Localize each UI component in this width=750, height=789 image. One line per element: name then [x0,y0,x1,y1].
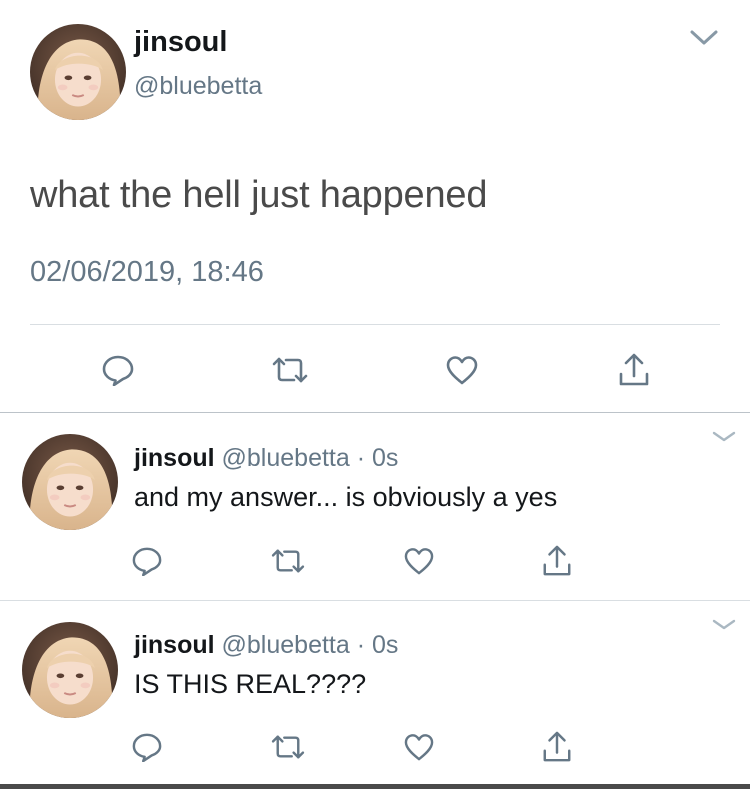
retweet-button[interactable] [268,352,312,388]
retweet-button[interactable] [268,732,308,762]
like-icon [446,356,478,385]
reply-icon [102,355,134,386]
tweet-text: IS THIS REAL???? [134,669,367,699]
share-icon [619,353,649,386]
retweet-icon [271,735,305,759]
tweet-text: and my answer... is obviously a yes [134,482,558,512]
reply-time[interactable]: 0s [372,444,398,472]
username-handle[interactable]: @bluebetta [222,631,350,659]
share-button[interactable] [538,728,576,766]
like-icon [404,548,434,575]
share-icon [543,545,571,576]
like-button[interactable] [400,730,438,764]
retweet-icon [271,549,305,573]
chevron-down-icon[interactable] [710,430,738,449]
reply-header: jinsoul @bluebetta · 0s [134,631,398,660]
chevron-down-icon[interactable] [710,618,738,637]
divider [30,324,720,325]
tweet-text: what the hell just happened [30,174,488,216]
avatar[interactable] [30,24,126,120]
separator-dot: · [356,631,366,659]
divider [0,600,750,601]
display-name[interactable]: jinsoul [134,444,215,472]
display-name[interactable]: jinsoul [134,631,215,659]
reply-icon [132,547,162,576]
share-button[interactable] [538,542,576,580]
bottom-border [0,784,750,789]
avatar[interactable] [22,434,118,530]
retweet-icon [272,357,308,383]
like-button[interactable] [442,352,482,388]
reply-header: jinsoul @bluebetta · 0s [134,444,398,473]
chevron-down-icon[interactable] [688,28,720,53]
retweet-button[interactable] [268,546,308,576]
reply-icon [132,733,162,762]
reply-button[interactable] [128,730,166,764]
reply-time[interactable]: 0s [372,631,398,659]
separator-dot: · [356,444,366,472]
share-icon [543,731,571,762]
reply-button[interactable] [98,352,138,388]
like-button[interactable] [400,544,438,578]
tweet-timestamp[interactable]: 02/06/2019, 18:46 [30,256,264,289]
username-handle[interactable]: @bluebetta [134,72,262,101]
reply-button[interactable] [128,544,166,578]
username-handle[interactable]: @bluebetta [222,444,350,472]
avatar[interactable] [22,622,118,718]
display-name[interactable]: jinsoul [134,26,227,59]
divider [0,412,750,413]
share-button[interactable] [614,350,654,390]
like-icon [404,734,434,761]
